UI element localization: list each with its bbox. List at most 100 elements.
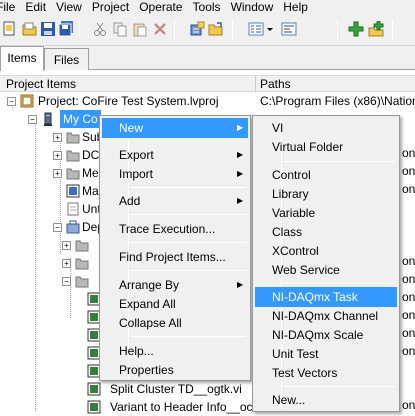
submenu-item-library[interactable]: Library [255,184,397,204]
column-project-items[interactable]: Project Items [6,77,76,91]
vi-label: Variant to Header Info__oc [110,400,253,414]
submenu-arrow-icon: ▶ [237,169,244,178]
path-fragment: on [402,164,415,178]
folder-icon [75,274,89,288]
add-folder-icon[interactable] [368,21,384,37]
new-icon[interactable] [2,21,18,37]
expand-toggle[interactable]: + [53,169,62,178]
view-options-icon[interactable] [248,21,264,37]
tree-row-child[interactable]: + Sub [0,128,110,146]
submenu-item-web-service[interactable]: Web Service [255,260,397,280]
tree-row-child[interactable]: Unt [0,200,110,218]
menu-item-arrange-by[interactable]: Arrange By ▶ [102,275,248,295]
submenu-item-control[interactable]: Control [255,165,397,185]
tab-items-label: Items [7,51,37,65]
expand-toggle[interactable]: + [53,151,62,160]
tree-row-vi[interactable] [0,326,101,344]
dependencies-icon [66,220,80,234]
new-submenu: VI Virtual Folder Control Library Variab… [252,115,400,412]
submenu-arrow-icon: ▶ [237,150,244,159]
menu-project[interactable]: Project [92,1,139,13]
computer-icon [41,112,55,126]
submenu-item-daqmx-channel[interactable]: NI-DAQmx Channel [255,306,397,326]
child-label: DC [82,148,100,162]
dropdown-icon[interactable] [266,21,274,37]
copy-icon[interactable] [112,21,128,37]
tab-files[interactable]: Files [44,48,89,70]
menu-item-trace-execution[interactable]: Trace Execution... [102,219,248,239]
expand-toggle[interactable]: + [62,241,71,250]
tree-row-dependencies[interactable]: − Dep [0,218,110,236]
collapse-toggle[interactable]: − [7,97,16,106]
tree-row-folder[interactable]: + [0,254,100,272]
path-fragment: on [402,182,415,196]
menu-item-new[interactable]: New ▶ [102,118,248,138]
menu-view[interactable]: View [56,1,92,13]
tab-strip: Items Files [0,46,415,71]
tree-row-project[interactable]: − Project: CoFire Test System.lvproj C:\… [0,92,415,110]
folder-icon [75,238,89,252]
tree-row-vi[interactable] [0,362,101,380]
menu-edit[interactable]: Edit [25,1,56,13]
menu-file[interactable]: File [0,1,25,13]
vi-icon [87,382,101,396]
tree-row-vi[interactable]: Split Cluster TD__ogtk.vi [0,380,242,398]
expand-toggle[interactable]: + [62,259,71,268]
expand-toggle[interactable]: + [53,133,62,142]
submenu-item-daqmx-task[interactable]: NI-DAQmx Task [255,287,397,307]
vi-label: Split Cluster TD__ogtk.vi [110,382,242,396]
tree-row-folder[interactable]: − [0,272,100,290]
submenu-item-test-vectors[interactable]: Test Vectors [255,363,397,383]
menu-tools[interactable]: Tools [193,1,231,13]
menu-item-find-project-items[interactable]: Find Project Items... [102,247,248,267]
tree-row-vi[interactable] [0,344,101,362]
tree-row-vi[interactable] [0,290,101,308]
project-icon [20,94,34,108]
menu-item-help[interactable]: Help... [102,341,248,361]
tree-row-child[interactable]: Ma [0,182,110,200]
save-icon[interactable] [40,21,56,37]
menu-item-import[interactable]: Import ▶ [102,164,248,184]
menu-item-properties[interactable]: Properties [102,360,248,380]
submenu-item-class[interactable]: Class [255,222,397,242]
submenu-item-variable[interactable]: Variable [255,203,397,223]
folder-open-icon[interactable] [208,21,224,37]
submenu-item-virtual-folder[interactable]: Virtual Folder [255,137,397,157]
menu-help[interactable]: Help [283,1,318,13]
my-computer-label: My Co [60,110,101,128]
collapse-icon[interactable] [281,21,297,37]
submenu-item-xcontrol[interactable]: XControl [255,241,397,261]
tree-row-my-computer[interactable]: − My Co [0,110,110,128]
tab-items[interactable]: Items [0,46,44,71]
cut-icon[interactable] [92,21,108,37]
tree-row-child[interactable]: + Me [0,164,110,182]
submenu-item-unit-test[interactable]: Unit Test [255,344,397,364]
menu-item-expand-all[interactable]: Expand All [102,294,248,314]
submenu-item-daqmx-scale[interactable]: NI-DAQmx Scale [255,325,397,345]
submenu-item-vi[interactable]: VI [255,118,397,138]
menu-window[interactable]: Window [231,1,284,13]
menu-item-collapse-all[interactable]: Collapse All [102,313,248,333]
file-icon [66,202,80,216]
tree-row-folder[interactable]: + [0,236,100,254]
tree-row-vi[interactable] [0,308,101,326]
submenu-item-new-dialog[interactable]: New... [255,390,397,410]
save-all-icon[interactable] [58,21,74,37]
menu-item-add[interactable]: Add ▶ [102,191,248,211]
menu-operate[interactable]: Operate [139,1,192,13]
paste-icon[interactable] [132,21,148,37]
build-icon[interactable] [190,21,206,37]
tree-row-child[interactable]: + DC [0,146,110,164]
collapse-toggle[interactable]: − [53,223,62,232]
path-fragment: on [402,272,415,286]
open-icon[interactable] [22,21,38,37]
menubar: File Edit View Project Operate Tools Win… [0,0,415,14]
path-fragment: on [402,308,415,322]
delete-icon[interactable] [152,21,168,37]
collapse-toggle[interactable]: − [62,277,71,286]
collapse-toggle[interactable]: − [28,115,37,124]
add-file-icon[interactable] [348,21,364,37]
column-paths[interactable]: Paths [260,77,291,91]
submenu-arrow-icon: ▶ [237,123,244,132]
menu-item-export[interactable]: Export ▶ [102,145,248,165]
